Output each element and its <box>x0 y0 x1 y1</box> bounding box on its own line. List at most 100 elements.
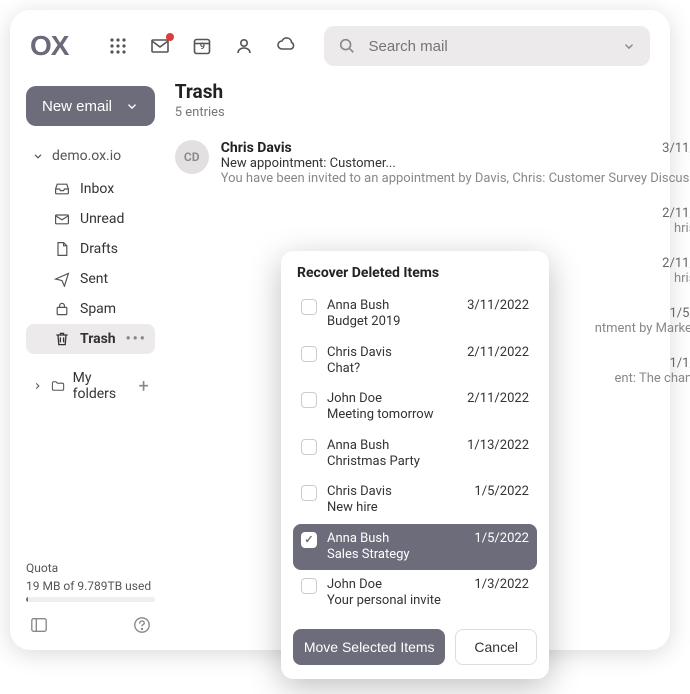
add-folder-icon[interactable]: + <box>139 376 149 397</box>
folder-label: Inbox <box>80 181 114 197</box>
sidebar-bottom <box>26 602 155 634</box>
notification-dot <box>166 33 174 41</box>
folder-drafts[interactable]: Drafts <box>26 234 155 264</box>
contacts-icon[interactable] <box>234 36 254 56</box>
search-input[interactable] <box>368 38 610 55</box>
recover-item-text: Anna BushSales Strategy <box>327 531 464 564</box>
message-date: 2/11/2022 <box>662 206 690 221</box>
folder-more-icon[interactable]: ••• <box>126 331 147 347</box>
dialog-buttons: Move Selected Items Cancel <box>293 629 537 665</box>
message-row[interactable]: CD Chris Davis 3/11/2022New appointment: C… <box>169 130 690 196</box>
checkbox[interactable] <box>301 439 317 455</box>
dialog-title: Recover Deleted Items <box>293 265 537 281</box>
message-preview: hris. You <box>221 221 690 236</box>
folder-sent[interactable]: Sent <box>26 264 155 294</box>
folder-icon <box>51 378 65 394</box>
recover-item-text: Chris DavisNew hire <box>327 484 464 517</box>
recover-item-date: 1/13/2022 <box>467 438 529 453</box>
recover-item-date: 3/11/2022 <box>467 298 529 313</box>
search-icon <box>338 37 356 55</box>
account-label: demo.ox.io <box>52 148 121 164</box>
top-icons: 9 <box>108 36 296 56</box>
chevron-down-icon <box>125 99 139 113</box>
checkbox[interactable] <box>301 346 317 362</box>
message-row[interactable]: 2/11/2022hris. You <box>169 196 690 246</box>
sent-icon <box>54 271 70 287</box>
collapse-sidebar-icon[interactable] <box>30 616 48 634</box>
avatar: CD <box>175 140 209 174</box>
recover-item[interactable]: Anna BushBudget 2019 3/11/2022 <box>293 291 537 338</box>
recover-item-date: 2/11/2022 <box>467 345 529 360</box>
trash-icon <box>54 331 70 347</box>
recover-item[interactable]: Anna BushSales Strategy 1/5/2022 <box>293 524 537 571</box>
folder-label: Sent <box>80 271 108 287</box>
message-date: 3/11/2022 <box>662 141 690 156</box>
page-title: Trash <box>175 80 223 103</box>
message-sender: Chris Davis <box>221 140 292 156</box>
recover-item-text: Anna BushBudget 2019 <box>327 298 457 331</box>
folder-unread[interactable]: Unread <box>26 204 155 234</box>
entry-count: 5 entries <box>169 105 690 130</box>
content-header: Trash ••• <box>169 80 690 105</box>
recover-item[interactable]: Anna BushChristmas Party 1/13/2022 <box>293 431 537 478</box>
new-email-button[interactable]: New email <box>26 86 155 126</box>
sidebar: New email demo.ox.io Inbox Unread Drafts Se… <box>10 74 169 644</box>
message-preview: You have been invited to an appointment … <box>221 171 690 186</box>
checkbox[interactable] <box>301 392 317 408</box>
calendar-icon[interactable]: 9 <box>192 36 212 56</box>
mail-icon[interactable] <box>150 36 170 56</box>
spam-icon <box>54 301 70 317</box>
move-selected-button[interactable]: Move Selected Items <box>293 629 445 665</box>
quota-text: 19 MB of 9.789TB used <box>26 579 155 593</box>
message-subject: New appointment: Customer... <box>221 156 690 171</box>
chevron-right-icon <box>32 380 43 392</box>
unread-icon <box>54 211 70 227</box>
chevron-down-icon[interactable] <box>622 39 636 53</box>
app-window: 9 New email demo.ox.io InboxU <box>10 10 670 650</box>
drafts-icon <box>54 241 70 257</box>
my-folders-row[interactable]: My folders + <box>26 360 155 412</box>
checkbox[interactable] <box>301 299 317 315</box>
recover-item-text: John DoeYour personal invite <box>327 577 464 610</box>
folder-trash[interactable]: Trash ••• <box>26 324 155 354</box>
recover-item-date: 1/3/2022 <box>474 577 529 592</box>
calendar-day: 9 <box>200 42 205 52</box>
checkbox[interactable] <box>301 485 317 501</box>
topbar: 9 <box>10 10 670 74</box>
cancel-button[interactable]: Cancel <box>455 629 537 665</box>
recover-item-date: 2/11/2022 <box>467 391 529 406</box>
folder-list: Inbox Unread Drafts Sent Spam Trash ••• <box>26 174 155 354</box>
folder-label: Unread <box>80 211 124 227</box>
apps-icon[interactable] <box>108 36 128 56</box>
recover-item[interactable]: John DoeYour personal invite 1/3/2022 <box>293 570 537 617</box>
folder-inbox[interactable]: Inbox <box>26 174 155 204</box>
help-icon[interactable] <box>133 616 151 634</box>
folder-label: Drafts <box>80 241 118 257</box>
folder-label: Trash <box>80 331 116 347</box>
folder-spam[interactable]: Spam <box>26 294 155 324</box>
my-folders-label: My folders <box>73 370 131 402</box>
recover-dialog: Recover Deleted Items Anna BushBudget 20… <box>281 251 549 679</box>
new-email-label: New email <box>42 98 112 115</box>
recover-list: Anna BushBudget 2019 3/11/2022 Chris Davis… <box>293 291 537 617</box>
recover-item[interactable]: Chris DavisChat? 2/11/2022 <box>293 338 537 385</box>
chevron-down-icon <box>32 150 44 162</box>
message-date: 1/1/2022 <box>669 356 690 371</box>
search-bar[interactable] <box>324 26 650 66</box>
inbox-icon <box>54 181 70 197</box>
message-date: 2/11/2022 <box>662 256 690 271</box>
recover-item-text: Anna BushChristmas Party <box>327 438 457 471</box>
checkbox[interactable] <box>301 578 317 594</box>
drive-icon[interactable] <box>276 36 296 56</box>
recover-item[interactable]: Chris DavisNew hire 1/5/2022 <box>293 477 537 524</box>
account-row[interactable]: demo.ox.io <box>26 144 155 168</box>
recover-item[interactable]: John DoeMeeting tomorrow2/11/2022 <box>293 384 537 431</box>
message-date: 1/5/2022 <box>669 306 690 321</box>
recover-item-date: 1/5/2022 <box>474 531 529 546</box>
folder-label: Spam <box>80 301 116 317</box>
recover-item-date: 1/5/2022 <box>474 484 529 499</box>
recover-item-text: Chris DavisChat? <box>327 345 457 378</box>
logo <box>30 30 68 62</box>
quota-label: Quota <box>26 561 155 575</box>
checkbox[interactable] <box>301 532 317 548</box>
